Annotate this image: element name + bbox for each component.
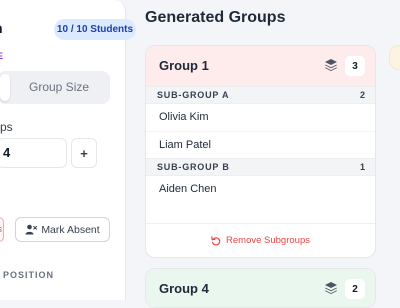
settings-sidebar: n 10 / 10 Students E Group Size ps 4 + s… — [0, 0, 136, 300]
user-x-icon — [25, 224, 38, 235]
mode-option-selected[interactable] — [0, 74, 10, 101]
subgroup-count: 1 — [359, 162, 365, 172]
next-group-card — [389, 45, 400, 70]
sidebar-title: n — [0, 20, 3, 36]
group-card: Group 4 2 — [145, 268, 376, 308]
member-row[interactable]: Aiden Chen — [146, 176, 375, 203]
grouping-mode-toggle: Group Size — [0, 71, 110, 104]
member-row[interactable]: Liam Patel — [146, 131, 375, 158]
students-count-badge: 10 / 10 Students — [54, 19, 136, 40]
group-card-header: Group 4 2 — [146, 269, 375, 307]
group-card-header: Group 1 3 — [146, 46, 375, 86]
member-row[interactable]: Olivia Kim — [146, 104, 375, 131]
increment-button[interactable]: + — [71, 138, 97, 168]
subgroup-header: SUB-GROUP B 1 — [146, 158, 375, 176]
danger-action-button[interactable]: s — [0, 217, 4, 242]
mode-section-label: E — [0, 51, 5, 61]
subgroup-count: 2 — [359, 90, 365, 100]
mark-absent-button[interactable]: Mark Absent — [15, 217, 110, 242]
group-count-input[interactable]: 4 — [0, 138, 67, 168]
layers-icon[interactable] — [324, 281, 338, 295]
page-title: Generated Groups — [145, 9, 286, 26]
groups-field-label: ps — [0, 120, 13, 134]
subgroup-header: SUB-GROUP A 2 — [146, 86, 375, 104]
mark-absent-label: Mark Absent — [41, 223, 100, 236]
group-member-count: 3 — [345, 56, 365, 76]
group-card: Group 1 3 SUB-GROUP A 2 Olivia Kim Liam … — [145, 45, 376, 258]
undo-icon — [211, 235, 221, 246]
group-member-count: 2 — [345, 279, 365, 299]
layers-icon[interactable] — [324, 58, 338, 72]
subgroup-label: SUB-GROUP A — [157, 90, 230, 100]
group-title: Group 1 — [159, 58, 209, 73]
group-title: Group 4 — [159, 281, 209, 296]
remove-subgroups-button[interactable]: Remove Subgroups — [146, 223, 375, 257]
composition-section-label: POSITION — [3, 270, 55, 280]
remove-subgroups-label: Remove Subgroups — [226, 235, 310, 246]
subgroup-label: SUB-GROUP B — [157, 162, 230, 172]
mode-option-group-size[interactable]: Group Size — [29, 71, 89, 104]
